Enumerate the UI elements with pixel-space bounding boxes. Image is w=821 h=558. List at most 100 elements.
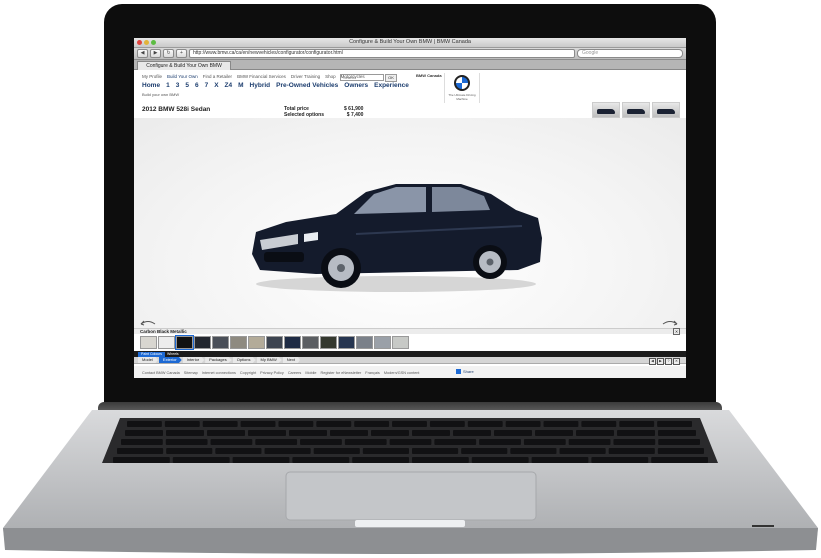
site-search-input[interactable]: Search: [340, 74, 384, 81]
nav-shop[interactable]: Shop: [325, 74, 336, 79]
colour-swatch[interactable]: [230, 336, 247, 349]
colour-swatch[interactable]: [158, 336, 175, 349]
step-model[interactable]: Model: [138, 357, 158, 363]
close-icon[interactable]: ✕: [673, 358, 680, 365]
keyboard-key: [316, 421, 352, 427]
rotate-left-icon[interactable]: [140, 320, 156, 326]
keyboard-key: [505, 421, 541, 427]
model-1[interactable]: 1: [166, 82, 170, 89]
colour-swatch[interactable]: [266, 336, 283, 349]
footer-link[interactable]: Mobile: [305, 371, 316, 375]
colour-swatch[interactable]: [356, 336, 373, 349]
colour-swatch[interactable]: [212, 336, 229, 349]
exterior-view-thumbnail[interactable]: [592, 102, 620, 118]
keyboard-key: [559, 448, 606, 454]
footer-link[interactable]: Français: [365, 371, 380, 375]
colour-swatch[interactable]: [175, 335, 194, 350]
reload-button[interactable]: ↻: [163, 49, 174, 58]
colour-swatch[interactable]: [194, 336, 211, 349]
address-bar[interactable]: http://www.bmw.ca/ca/en/newvehicles/conf…: [189, 49, 575, 58]
step-exterior[interactable]: Exterior: [158, 357, 182, 363]
step-next[interactable]: Next: [282, 357, 300, 363]
nav-my-profile[interactable]: My Profile: [142, 74, 162, 79]
model-hybrid[interactable]: Hybrid: [250, 82, 271, 89]
footer-link[interactable]: Register for eNewsletter: [321, 371, 362, 375]
colour-swatch[interactable]: [284, 336, 301, 349]
footer-link[interactable]: Internet connections: [202, 371, 236, 375]
browser-titlebar: Configure & Build Your Own BMW | BMW Can…: [134, 38, 686, 48]
footer-link[interactable]: Copyright: [240, 371, 256, 375]
car-image: [252, 184, 542, 292]
footer-link[interactable]: Contact BMW Canada: [142, 371, 180, 375]
keyboard-key: [658, 439, 700, 445]
model-z4[interactable]: Z4: [225, 82, 233, 89]
keyboard-key: [125, 430, 163, 436]
colour-swatch[interactable]: [320, 336, 337, 349]
keyboard-key: [453, 430, 491, 436]
keyboard-key: [608, 448, 655, 454]
price-values: $ 61,900 $ 7,400: [344, 106, 363, 118]
browser-search-input[interactable]: Google: [577, 49, 683, 58]
interior-view-thumbnail[interactable]: [622, 102, 650, 118]
keyboard-key: [164, 421, 200, 427]
model-3[interactable]: 3: [176, 82, 180, 89]
keyboard-key: [658, 430, 696, 436]
tab-configurator[interactable]: Configure & Build Your Own BMW: [137, 61, 231, 70]
colour-swatch[interactable]: [140, 336, 157, 349]
keyboard-key: [494, 430, 532, 436]
nav-build-your-own[interactable]: Build Your Own: [167, 74, 198, 79]
back-button[interactable]: ◀: [137, 49, 148, 58]
keyboard-key: [354, 421, 390, 427]
bmw-page: My Profile Build Your Own Find a Retaile…: [134, 70, 686, 378]
model-x[interactable]: X: [214, 82, 218, 89]
step-tools: ◀ ▶ ? ✕: [649, 358, 680, 365]
step-interior[interactable]: Interior: [182, 357, 205, 363]
step-options[interactable]: Options: [232, 357, 256, 363]
colour-swatch[interactable]: [338, 336, 355, 349]
colour-swatch[interactable]: [248, 336, 265, 349]
keyboard-key: [510, 448, 557, 454]
keyboard-key: [581, 421, 617, 427]
model-home[interactable]: Home: [142, 82, 160, 89]
step-my-bmw[interactable]: My BMW: [256, 357, 282, 363]
add-bookmark-button[interactable]: +: [176, 49, 187, 58]
close-colour-panel-button[interactable]: ✕: [673, 328, 680, 335]
bmw-logo-block[interactable]: The Ultimate Driving Machine: [444, 73, 480, 103]
model-7[interactable]: 7: [205, 82, 209, 89]
keyboard-key: [289, 430, 327, 436]
colour-swatches: [140, 335, 409, 350]
model-m[interactable]: M: [238, 82, 243, 89]
model-5[interactable]: 5: [185, 82, 189, 89]
model-pre-owned[interactable]: Pre-Owned Vehicles: [276, 82, 338, 89]
keyboard-key: [412, 457, 469, 463]
footer-link[interactable]: Careers: [288, 371, 302, 375]
keyboard-key: [210, 439, 253, 445]
colour-swatch[interactable]: [374, 336, 391, 349]
prev-icon[interactable]: ◀: [649, 358, 656, 365]
keyboard-key: [412, 430, 450, 436]
footer-link[interactable]: Privacy Policy: [260, 371, 284, 375]
colour-swatch[interactable]: [302, 336, 319, 349]
forward-button[interactable]: ▶: [150, 49, 161, 58]
step-packages[interactable]: Packages: [205, 357, 232, 363]
keyboard-key: [117, 448, 164, 454]
vehicle-title: 2012 BMW 528i Sedan: [142, 106, 211, 113]
model-6[interactable]: 6: [195, 82, 199, 89]
model-owners[interactable]: Owners: [344, 82, 368, 89]
colour-swatch[interactable]: [392, 336, 409, 349]
footer-link[interactable]: Sitemap: [184, 371, 198, 375]
search-go-button[interactable]: OK: [385, 74, 397, 82]
keyboard-key: [535, 430, 573, 436]
share-button[interactable]: Share: [456, 369, 474, 375]
help-icon[interactable]: ?: [665, 358, 672, 365]
model-experience[interactable]: Experience: [374, 82, 409, 89]
vehicle-stage[interactable]: [134, 118, 686, 328]
detail-view-thumbnail[interactable]: [652, 102, 680, 118]
nav-driver-training[interactable]: Driver Training: [291, 74, 320, 79]
footer-link[interactable]: Modern/GSN content: [384, 371, 420, 375]
next-icon[interactable]: ▶: [657, 358, 664, 365]
rotate-right-icon[interactable]: [662, 320, 678, 326]
keyboard-key: [392, 421, 427, 427]
nav-financial-services[interactable]: BMW Financial Services: [237, 74, 286, 79]
nav-find-retailer[interactable]: Find a Retailer: [203, 74, 232, 79]
